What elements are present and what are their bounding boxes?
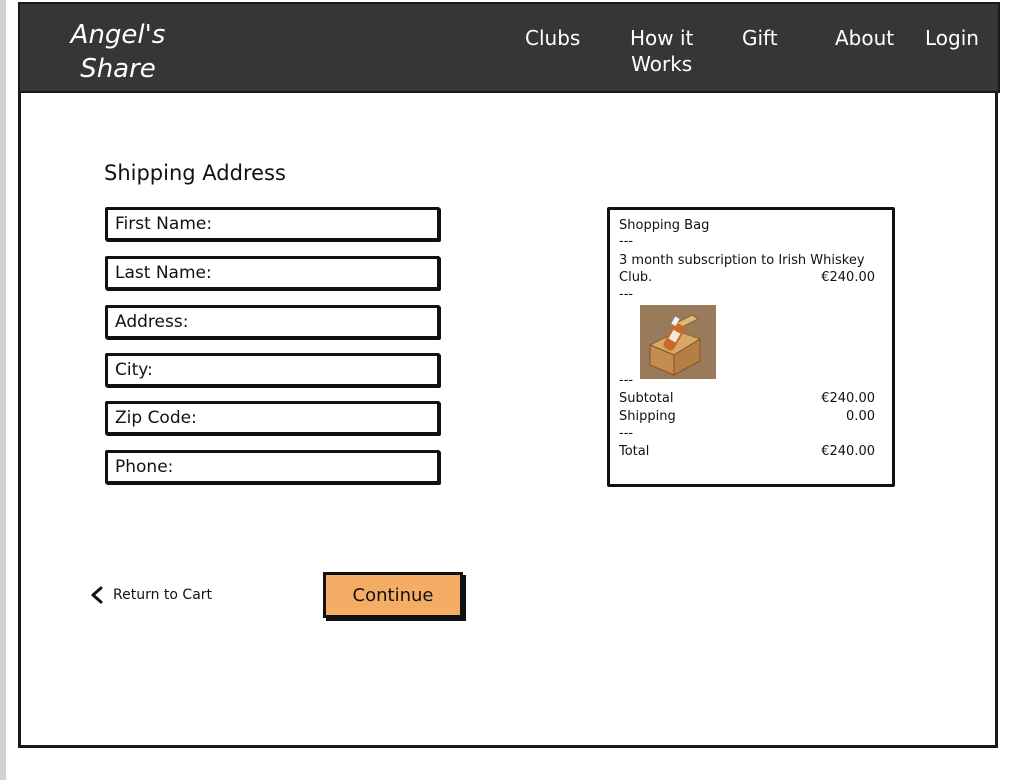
top-navbar: Angel's Share Clubs How it Works Gift Ab… [18, 2, 1000, 93]
nav-gift[interactable]: Gift [742, 25, 778, 51]
total-value: €240.00 [821, 444, 875, 459]
subtotal-value: €240.00 [821, 391, 875, 406]
bag-separator: --- [619, 287, 634, 302]
nav-how-it-works[interactable]: How it Works [630, 25, 693, 77]
bag-item-price: €240.00 [821, 270, 875, 285]
zip-code-field[interactable]: Zip Code: [105, 401, 440, 435]
site-logo[interactable]: Angel's Share [58, 18, 178, 86]
shopping-bag-panel: Shopping Bag --- 3 month subscription to… [607, 207, 895, 487]
bag-separator: --- [619, 426, 634, 441]
first-name-label: First Name: [115, 214, 213, 234]
bag-item-name: 3 month subscription to Irish Whiskey [619, 253, 865, 268]
last-name-field[interactable]: Last Name: [105, 256, 440, 290]
nav-about[interactable]: About [835, 25, 894, 51]
shipping-address-heading: Shipping Address [104, 161, 286, 185]
first-name-field[interactable]: First Name: [105, 207, 440, 241]
phone-label: Phone: [115, 457, 174, 477]
bag-separator: --- [619, 234, 634, 249]
city-label: City: [115, 360, 153, 380]
subtotal-label: Subtotal [619, 391, 674, 406]
return-to-cart-link[interactable]: Return to Cart [90, 583, 212, 607]
bag-title: Shopping Bag [619, 218, 710, 233]
nav-login[interactable]: Login [925, 25, 979, 51]
last-name-label: Last Name: [115, 263, 212, 283]
chevron-left-icon [91, 586, 103, 604]
city-field[interactable]: City: [105, 353, 440, 387]
whiskey-gift-box-image [640, 305, 716, 379]
bag-item-name-cont: Club. [619, 270, 653, 285]
bag-separator: --- [619, 373, 634, 388]
continue-button[interactable]: Continue [323, 572, 463, 618]
return-to-cart-label: Return to Cart [113, 587, 213, 603]
shipping-label: Shipping [619, 409, 676, 424]
zip-code-label: Zip Code: [115, 408, 197, 428]
window-edge [0, 0, 6, 780]
nav-clubs[interactable]: Clubs [525, 25, 580, 51]
shipping-value: 0.00 [846, 409, 875, 424]
total-label: Total [619, 444, 650, 459]
address-field[interactable]: Address: [105, 305, 440, 339]
phone-field[interactable]: Phone: [105, 450, 440, 484]
address-label: Address: [115, 312, 189, 332]
